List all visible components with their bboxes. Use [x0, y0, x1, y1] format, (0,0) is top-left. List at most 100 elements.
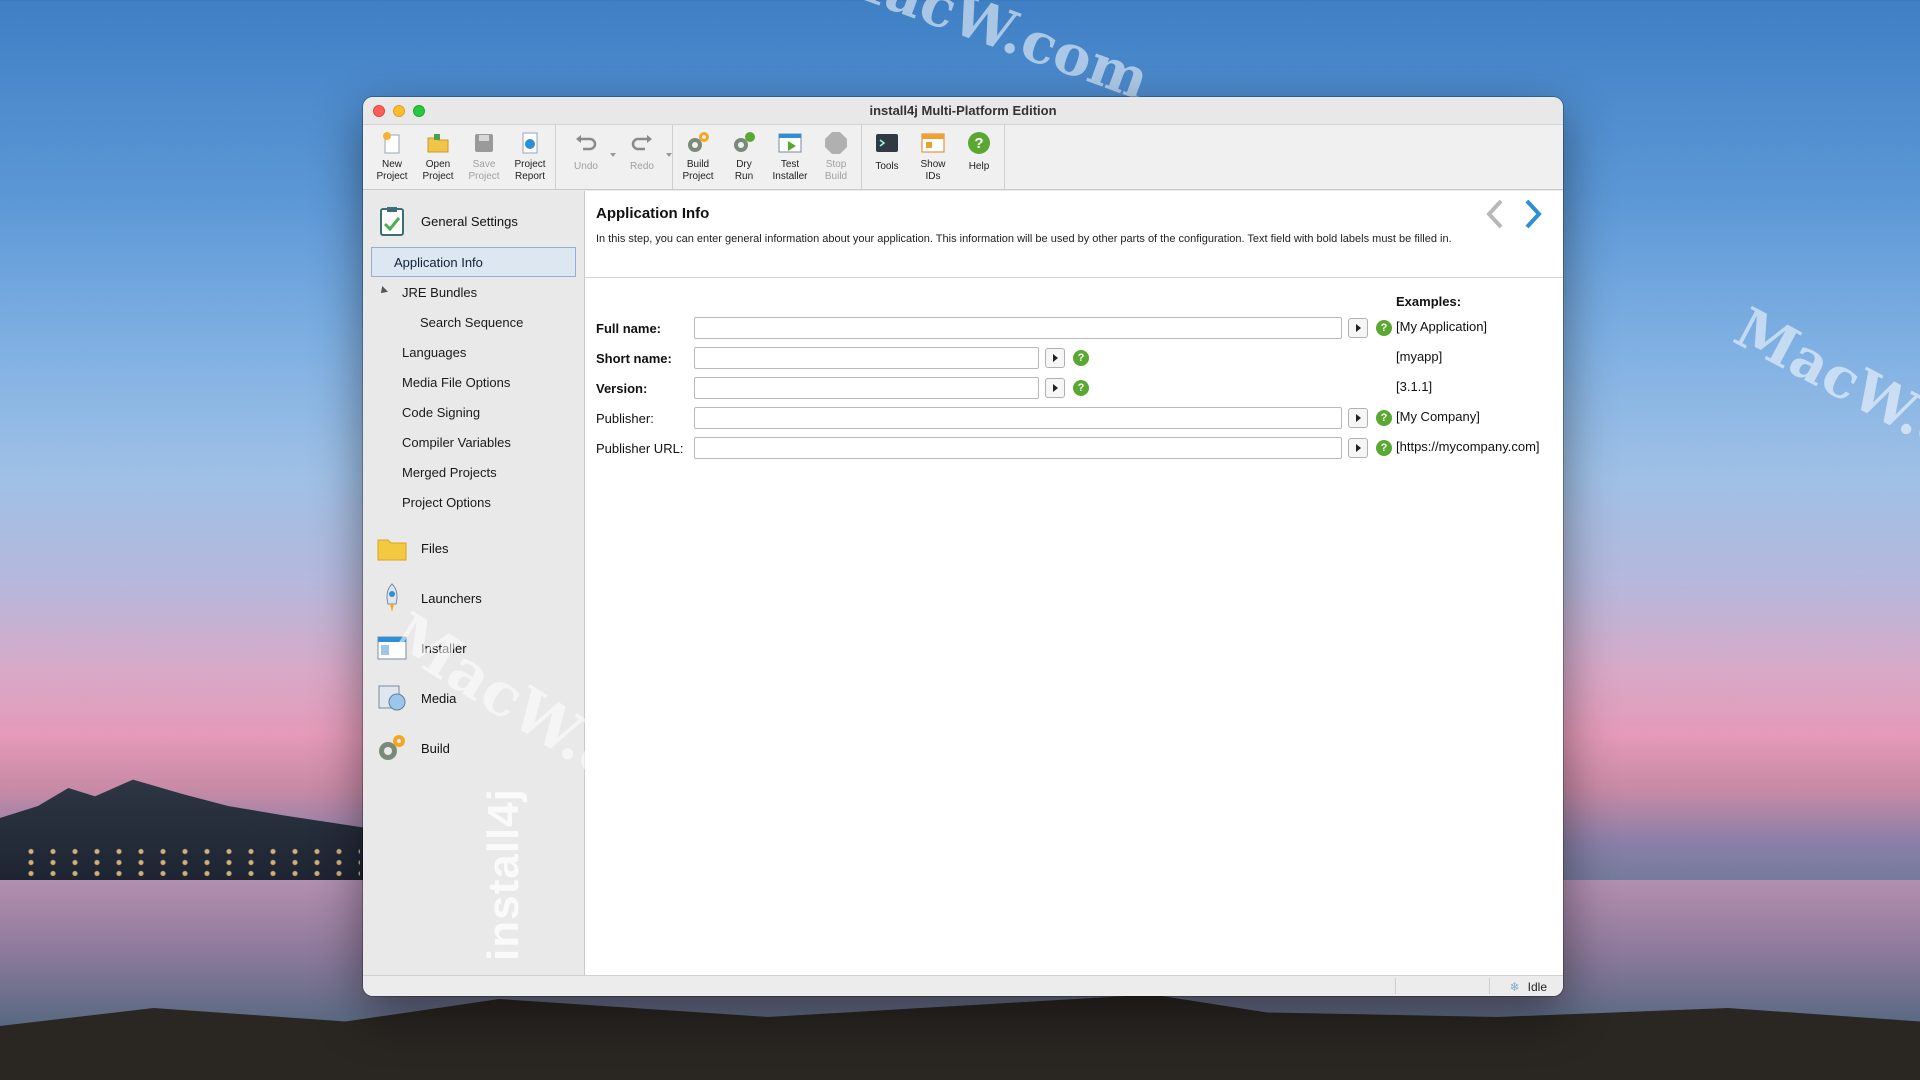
app-window: install4j Multi-Platform Edition New Pro…	[363, 97, 1563, 996]
full-name-variable-button[interactable]	[1348, 318, 1368, 338]
full-name-example: [My Application]	[1396, 319, 1488, 334]
sidebar-item-label: Application Info	[394, 254, 483, 270]
help-icon: ?	[967, 131, 991, 155]
version-label: Version:	[596, 380, 648, 396]
main-body: General Settings Application Info JRE Bu…	[363, 191, 1563, 975]
new-project-button[interactable]: New Project	[369, 125, 415, 189]
dry-run-button[interactable]: Dry Run	[721, 125, 767, 189]
redo-dropdown-arrow[interactable]	[666, 153, 672, 157]
version-variable-button[interactable]	[1045, 378, 1065, 398]
sidebar-item-languages[interactable]: Languages	[371, 337, 576, 367]
publisher-url-input[interactable]	[694, 437, 1342, 459]
new-project-icon	[380, 131, 404, 155]
test-installer-button[interactable]: Test Installer	[767, 125, 813, 189]
publisher-url-variable-button[interactable]	[1348, 438, 1368, 458]
sidebar-item-label: Search Sequence	[420, 314, 524, 330]
page-title: Application Info	[596, 205, 710, 222]
short-name-row: Short name: ?	[596, 346, 1089, 370]
short-name-label: Short name:	[596, 350, 672, 366]
undo-arrow-icon	[574, 131, 598, 155]
publisher-url-example: [https://mycompany.com]	[1396, 439, 1540, 454]
show-ids-button[interactable]: Show IDs	[910, 125, 956, 189]
help-icon[interactable]: ?	[1073, 350, 1089, 366]
open-project-button[interactable]: Open Project	[415, 125, 461, 189]
content-header: Application Info In this step, you can e…	[585, 191, 1563, 278]
sidebar-section-files[interactable]: Files	[363, 523, 584, 573]
publisher-label: Publisher:	[596, 410, 654, 426]
watermark-right: MacW.com	[1724, 294, 1920, 512]
save-project-button[interactable]: Save Project	[461, 125, 507, 189]
publisher-url-row: Publisher URL: ?	[596, 436, 1392, 460]
project-report-button[interactable]: Project Report	[507, 125, 553, 189]
sidebar-item-label: JRE Bundles	[402, 284, 478, 300]
misc-group: Tools Show IDs ? Help	[862, 125, 1005, 189]
sidebar-item-label: Merged Projects	[402, 464, 497, 480]
undo-button[interactable]: Undo	[558, 125, 616, 189]
sidebar-item-label: Compiler Variables	[402, 434, 511, 450]
sidebar-item-merged-projects[interactable]: Merged Projects	[371, 457, 576, 487]
show-ids-icon	[921, 131, 945, 155]
redo-button[interactable]: Redo	[614, 125, 672, 189]
publisher-url-label: Publisher URL:	[596, 440, 684, 456]
help-button[interactable]: ? Help	[956, 125, 1002, 189]
sidebar-item-jre-bundles[interactable]: JRE Bundles	[371, 277, 576, 307]
general-settings-label: General Settings	[421, 213, 518, 229]
sidebar-item-compiler-variables[interactable]: Compiler Variables	[371, 427, 576, 457]
full-name-row: Full name: ?	[596, 316, 1392, 340]
sidebar-item-label: Code Signing	[402, 404, 481, 420]
publisher-variable-button[interactable]	[1348, 408, 1368, 428]
short-name-variable-button[interactable]	[1045, 348, 1065, 368]
dry-run-icon	[732, 131, 756, 155]
status-label: Idle	[1527, 980, 1547, 994]
short-name-example: [myapp]	[1396, 349, 1443, 364]
content-panel: Application Info In this step, you can e…	[585, 191, 1563, 975]
version-row: Version: ?	[596, 376, 1089, 400]
build-group: Build Project Dry Run Test Installer Sto…	[673, 125, 862, 189]
stop-sign-icon	[824, 131, 848, 155]
help-icon[interactable]: ?	[1376, 320, 1392, 336]
publisher-example: [My Company]	[1396, 409, 1480, 424]
back-arrow-icon[interactable]	[1483, 197, 1509, 231]
publisher-row: Publisher: ?	[596, 406, 1392, 430]
sidebar: General Settings Application Info JRE Bu…	[363, 191, 585, 975]
install4j-watermark: install4j	[479, 788, 528, 961]
build-project-button[interactable]: Build Project	[675, 125, 721, 189]
media-icon	[377, 683, 407, 713]
status-divider	[1395, 978, 1396, 994]
examples-heading: Examples:	[1396, 294, 1462, 309]
expand-triangle-icon[interactable]	[378, 286, 388, 296]
forward-arrow-icon[interactable]	[1519, 197, 1545, 231]
sidebar-item-project-options[interactable]: Project Options	[371, 487, 576, 517]
publisher-input[interactable]	[694, 407, 1342, 429]
short-name-input[interactable]	[694, 347, 1039, 369]
project-group: New Project Open Project Save Project Pr…	[367, 125, 556, 189]
window-title: install4j Multi-Platform Edition	[869, 103, 1057, 118]
clipboard-check-icon	[377, 206, 407, 236]
help-icon[interactable]: ?	[1376, 410, 1392, 426]
sidebar-item-code-signing[interactable]: Code Signing	[371, 397, 576, 427]
full-name-input[interactable]	[694, 317, 1342, 339]
sidebar-section-launchers[interactable]: Launchers	[363, 573, 584, 623]
edit-group: Undo Redo	[556, 125, 673, 189]
version-example: [3.1.1]	[1396, 379, 1433, 394]
status-bar: ❄ Idle	[363, 975, 1563, 996]
test-installer-icon	[778, 131, 802, 155]
full-name-label: Full name:	[596, 320, 662, 336]
help-icon[interactable]: ?	[1376, 440, 1392, 456]
svg-text:?: ?	[974, 135, 983, 152]
snowflake-icon: ❄	[1509, 980, 1520, 994]
city-lights	[20, 846, 360, 876]
sidebar-item-search-sequence[interactable]: Search Sequence	[371, 307, 576, 337]
tools-button[interactable]: Tools	[864, 125, 910, 189]
redo-arrow-icon	[630, 131, 654, 155]
step-navigation	[1483, 197, 1545, 231]
sidebar-item-label: Languages	[402, 344, 467, 360]
open-folder-icon	[426, 131, 450, 155]
help-icon[interactable]: ?	[1073, 380, 1089, 396]
status-divider	[1489, 978, 1490, 994]
sidebar-item-application-info[interactable]: Application Info	[371, 247, 576, 277]
sidebar-section-general-settings[interactable]: General Settings	[363, 199, 584, 243]
sidebar-item-media-file-options[interactable]: Media File Options	[371, 367, 576, 397]
version-input[interactable]	[694, 377, 1039, 399]
stop-build-button[interactable]: Stop Build	[813, 125, 859, 189]
